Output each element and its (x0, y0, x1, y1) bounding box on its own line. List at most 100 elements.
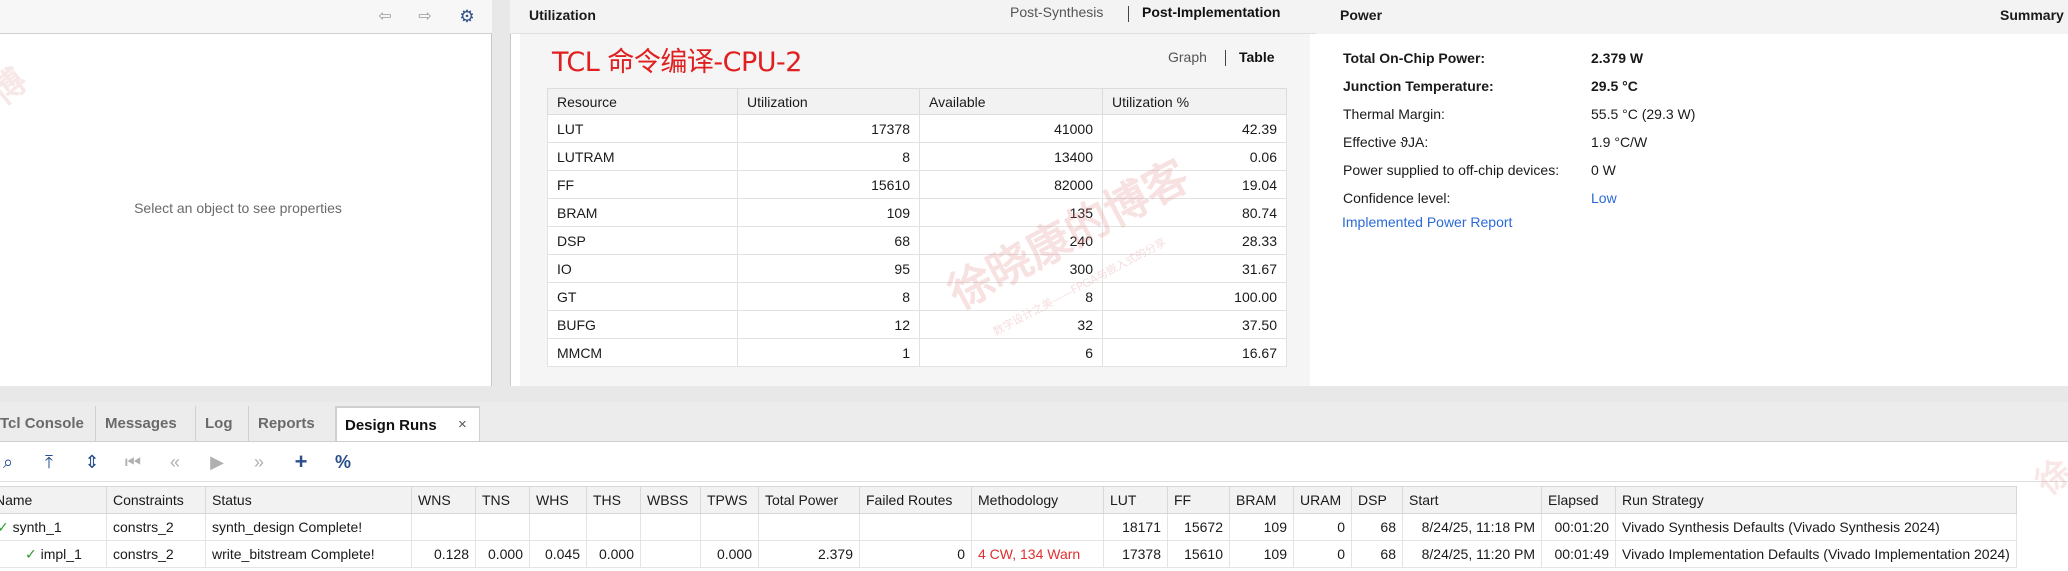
back-arrow-icon[interactable]: ⇦ (373, 6, 397, 28)
column-header[interactable]: THS (586, 486, 641, 514)
run-lut: 18171 (1103, 513, 1168, 541)
next-icon[interactable]: » (247, 450, 271, 474)
search-icon[interactable]: ⌕ (0, 450, 20, 474)
utilization-table: Resource Utilization Available Utilizati… (547, 88, 1287, 367)
first-icon[interactable]: ⏮ (121, 450, 145, 474)
gear-icon[interactable]: ⚙ (455, 6, 479, 28)
column-header[interactable]: URAM (1293, 486, 1352, 514)
run-tpws (700, 513, 759, 541)
column-header[interactable]: Utilization % (1102, 88, 1287, 115)
run-elapsed: 00:01:20 (1541, 513, 1616, 541)
power-summary-table: Total On-Chip Power: 2.379 W Junction Temp… (1335, 44, 1705, 212)
tab-messages[interactable]: Messages (97, 406, 196, 441)
column-header[interactable]: Total Power (758, 486, 860, 514)
power-row: Power supplied to off-chip devices: 0 W (1335, 156, 1705, 184)
confidence-level-link[interactable]: Low (1583, 184, 1705, 212)
run-bram: 109 (1229, 513, 1294, 541)
run-start: 8/24/25, 11:20 PM (1402, 540, 1542, 568)
column-header[interactable]: WNS (411, 486, 476, 514)
check-icon: ✓ (0, 518, 9, 535)
run-wns: 0.128 (411, 540, 476, 568)
run-tpws: 0.000 (700, 540, 759, 568)
run-ths (586, 513, 641, 541)
utilization-row[interactable]: GT 8 8 100.00 (547, 282, 1287, 311)
power-report-link[interactable]: Implemented Power Report (1342, 214, 1512, 230)
resource-name: BUFG (547, 310, 738, 339)
column-header[interactable]: LUT (1103, 486, 1168, 514)
run-total-power: 2.379 (758, 540, 860, 568)
tab-reports[interactable]: Reports (250, 406, 336, 441)
resource-percent: 100.00 (1102, 282, 1287, 311)
utilization-row[interactable]: LUT 17378 41000 42.39 (547, 114, 1287, 143)
column-header[interactable]: DSP (1351, 486, 1403, 514)
column-header[interactable]: Elapsed (1541, 486, 1616, 514)
resource-utilization: 8 (737, 282, 920, 311)
column-header[interactable]: TNS (475, 486, 530, 514)
resource-name: LUTRAM (547, 142, 738, 171)
utilization-row[interactable]: DSP 68 240 28.33 (547, 226, 1287, 255)
column-header[interactable]: Constraints (106, 486, 206, 514)
percent-icon[interactable]: % (331, 450, 355, 474)
power-key: Power supplied to off-chip devices: (1343, 162, 1560, 178)
column-header[interactable]: TPWS (700, 486, 759, 514)
collapse-all-icon[interactable]: ⤒ (37, 450, 61, 474)
column-header[interactable]: WHS (529, 486, 587, 514)
column-header[interactable]: Run Strategy (1615, 486, 2017, 514)
tab-separator (1128, 6, 1129, 22)
column-header[interactable]: FF (1167, 486, 1230, 514)
column-header[interactable]: Status (205, 486, 412, 514)
run-wbss (640, 540, 701, 568)
column-header[interactable]: WBSS (640, 486, 701, 514)
column-header[interactable]: Methodology (971, 486, 1104, 514)
power-key: Confidence level: (1343, 190, 1451, 206)
utilization-row[interactable]: BRAM 109 135 80.74 (547, 198, 1287, 227)
run-row[interactable]: ✓ impl_1 constrs_2 write_bitstream Complet… (0, 540, 2017, 568)
resource-utilization: 17378 (737, 114, 920, 143)
power-row: Thermal Margin: 55.5 °C (29.3 W) (1335, 100, 1705, 128)
resource-name: FF (547, 170, 738, 199)
resource-utilization: 12 (737, 310, 920, 339)
properties-empty-text: Select an object to see properties (134, 200, 342, 216)
resource-available: 41000 (919, 114, 1103, 143)
tab-log[interactable]: Log (197, 406, 249, 441)
tab-post-implementation[interactable]: Post-Implementation (1142, 4, 1280, 20)
run-strategy: Vivado Implementation Defaults (Vivado I… (1615, 540, 2017, 568)
column-header[interactable]: Start (1402, 486, 1542, 514)
run-dsp: 68 (1351, 540, 1403, 568)
column-header[interactable]: Failed Routes (859, 486, 972, 514)
methodology-link[interactable]: 4 CW, 134 Warn (978, 546, 1080, 562)
resource-name: LUT (547, 114, 738, 143)
resource-name: IO (547, 254, 738, 283)
view-tab-table[interactable]: Table (1239, 49, 1275, 65)
column-header[interactable]: BRAM (1229, 486, 1294, 514)
run-uram: 0 (1293, 513, 1352, 541)
previous-icon[interactable]: « (163, 450, 187, 474)
power-value: 29.5 °C (1591, 78, 1638, 94)
resource-utilization: 68 (737, 226, 920, 255)
tab-post-synthesis[interactable]: Post-Synthesis (1010, 4, 1103, 20)
utilization-row[interactable]: BUFG 12 32 37.50 (547, 310, 1287, 339)
forward-arrow-icon[interactable]: ⇨ (413, 6, 437, 28)
add-icon[interactable]: + (289, 450, 313, 474)
utilization-row[interactable]: MMCM 1 6 16.67 (547, 338, 1287, 367)
view-tab-graph[interactable]: Graph (1168, 49, 1207, 65)
expand-all-icon[interactable]: ⇕ (80, 450, 104, 474)
resource-percent: 80.74 (1102, 198, 1287, 227)
design-runs-toolbar: ⌕ ⤒ ⇕ ⏮ « ▶ » + % (0, 442, 2068, 482)
power-row: Confidence level: Low (1335, 184, 1705, 212)
run-icon[interactable]: ▶ (205, 450, 229, 474)
run-row[interactable]: ✓ synth_1 constrs_2 synth_design Complete!… (0, 513, 2017, 541)
resource-name: BRAM (547, 198, 738, 227)
close-icon[interactable]: × (458, 416, 467, 433)
column-header[interactable]: Name (0, 486, 107, 514)
column-header[interactable]: Resource (547, 88, 738, 115)
resource-available: 6 (919, 338, 1103, 367)
column-header[interactable]: Available (919, 88, 1103, 115)
column-header[interactable]: Utilization (737, 88, 920, 115)
utilization-row[interactable]: LUTRAM 8 13400 0.06 (547, 142, 1287, 171)
utilization-row[interactable]: FF 15610 82000 19.04 (547, 170, 1287, 199)
power-title: Power (1340, 7, 1383, 23)
utilization-row[interactable]: IO 95 300 31.67 (547, 254, 1287, 283)
power-summary-label[interactable]: Summary (2000, 7, 2064, 23)
tab-tcl-console[interactable]: Tcl Console (0, 406, 96, 441)
